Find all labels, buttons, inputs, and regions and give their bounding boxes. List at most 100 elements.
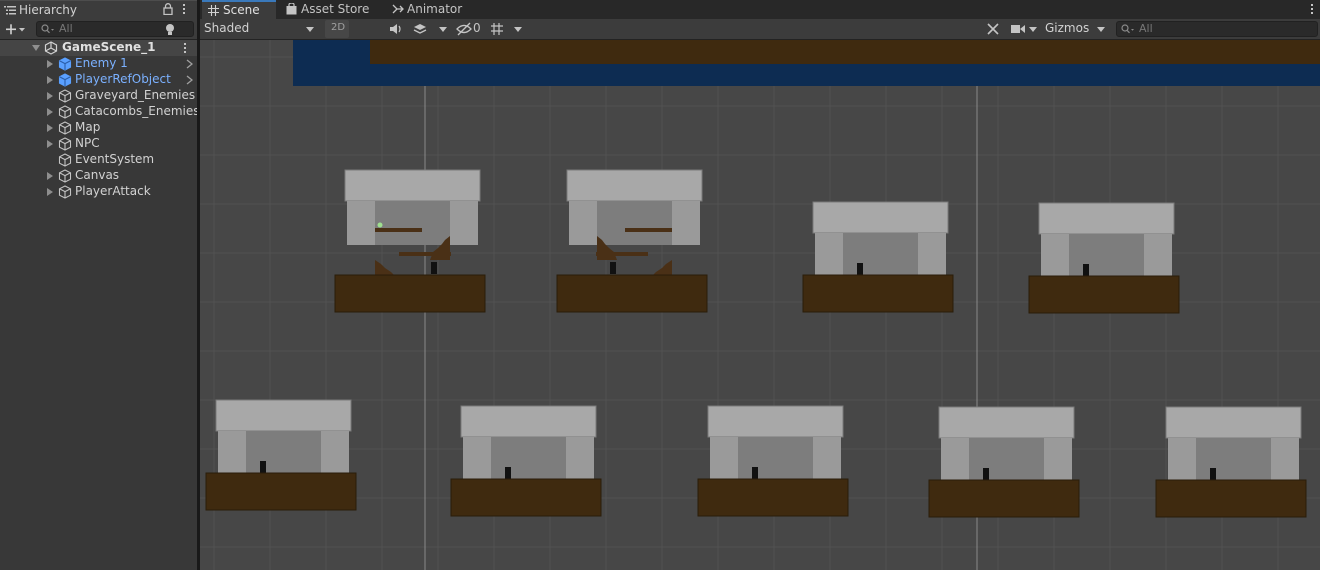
hierarchy-item-label: NPC <box>75 136 100 150</box>
hidden-count: 0 <box>473 21 481 35</box>
gameobject-cube-icon <box>58 185 72 199</box>
dropdown-arrow-icon <box>306 27 314 32</box>
room-prefab[interactable] <box>928 406 1080 518</box>
scene-toolbar: Shaded 2D 0 Gizmos All <box>166 19 1320 40</box>
hierarchy-item[interactable]: Graveyard_Enemies <box>0 88 197 104</box>
camera-dropdown-icon[interactable] <box>1029 27 1037 32</box>
gizmos-dropdown[interactable]: Gizmos <box>1043 20 1109 38</box>
hierarchy-item-label: Canvas <box>75 168 120 182</box>
tab-animator-label: Animator <box>407 2 463 16</box>
scene-root-row[interactable]: GameScene_1 <box>0 40 197 56</box>
hierarchy-item[interactable]: NPC <box>0 136 197 152</box>
hierarchy-item-label: PlayerAttack <box>75 184 151 198</box>
audio-icon[interactable] <box>389 22 403 36</box>
room-prefab[interactable] <box>205 399 357 511</box>
expand-arrow-icon[interactable] <box>47 76 53 84</box>
grid-snap-icon[interactable] <box>490 22 504 36</box>
hierarchy-item[interactable]: EventSystem <box>0 152 197 168</box>
prefab-cube-icon <box>58 57 72 71</box>
gameobject-cube-icon <box>58 121 72 135</box>
plus-icon <box>6 24 25 35</box>
hierarchy-item-label: Catacombs_Enemies <box>75 104 200 118</box>
hierarchy-item[interactable]: PlayerAttack <box>0 184 197 200</box>
scene-search-input[interactable]: All <box>1116 21 1318 37</box>
prefab-cube-icon <box>58 73 72 87</box>
room-prefab[interactable] <box>334 169 486 313</box>
expand-arrow-icon[interactable] <box>47 60 53 68</box>
hierarchy-item[interactable]: Map <box>0 120 197 136</box>
hierarchy-item-label: Graveyard_Enemies <box>75 88 196 102</box>
expand-arrow-icon[interactable] <box>47 124 53 132</box>
scene-canvas[interactable] <box>200 40 1320 570</box>
hierarchy-tab-label: Hierarchy <box>19 3 78 17</box>
room-prefab[interactable] <box>556 169 708 313</box>
hierarchy-item-label: Enemy 1 <box>75 56 128 70</box>
shading-mode-label: Shaded <box>204 21 250 35</box>
scene-menu-icon[interactable] <box>182 41 188 55</box>
gameobject-cube-icon <box>58 105 72 119</box>
hidden-objects-icon[interactable] <box>456 22 472 36</box>
expand-arrow-icon[interactable] <box>47 172 53 180</box>
unity-scene-icon <box>44 41 58 55</box>
grid-dropdown-icon[interactable] <box>514 27 522 32</box>
list-icon <box>4 6 16 15</box>
2d-label: 2D <box>331 22 346 33</box>
tab-asset-store-label: Asset Store <box>301 2 370 16</box>
room-prefab[interactable] <box>697 405 849 517</box>
expand-arrow-icon[interactable] <box>47 108 53 116</box>
tab-asset-store[interactable]: Asset Store <box>280 0 374 19</box>
search-icon <box>41 24 54 34</box>
animator-icon <box>392 4 404 14</box>
camera-icon[interactable] <box>1010 23 1026 35</box>
room-prefab[interactable] <box>1155 406 1307 518</box>
prefab-open-chevron-icon[interactable] <box>186 75 193 85</box>
scene-tabbar: Scene Asset Store Animator <box>200 0 1320 19</box>
gameobject-cube-icon <box>58 137 72 151</box>
gameobject-cube-icon <box>58 169 72 183</box>
tab-animator[interactable]: Animator <box>388 0 468 19</box>
room-prefab[interactable] <box>1028 202 1180 314</box>
player-marker[interactable] <box>377 222 383 228</box>
create-button[interactable] <box>3 21 29 38</box>
hierarchy-item-label: Map <box>75 120 101 134</box>
expand-arrow-icon[interactable] <box>47 188 53 196</box>
gizmos-label: Gizmos <box>1045 21 1090 35</box>
expand-arrow-icon[interactable] <box>47 140 53 148</box>
hierarchy-item-label: EventSystem <box>75 152 155 166</box>
hierarchy-item-label: PlayerRefObject <box>75 72 171 86</box>
collapse-arrow-icon[interactable] <box>32 45 40 51</box>
scene-panel-menu-icon[interactable] <box>1309 2 1315 16</box>
gameobject-cube-icon <box>58 153 72 167</box>
effects-dropdown-icon[interactable] <box>439 27 447 32</box>
tab-scene-label: Scene <box>223 3 260 17</box>
gameobject-cube-icon <box>58 89 72 103</box>
scene-panel: Scene Asset Store Animator Shaded 2D 0 G… <box>166 0 1320 570</box>
search-icon <box>1121 24 1134 34</box>
shading-mode-dropdown[interactable]: Shaded <box>200 19 320 39</box>
top-level-strip <box>293 40 1320 86</box>
effects-icon[interactable] <box>413 22 427 36</box>
hierarchy-item[interactable]: Enemy 1 <box>0 56 197 72</box>
hierarchy-tabbar: Hierarchy <box>0 0 197 19</box>
hierarchy-item[interactable]: Catacombs_Enemies <box>0 104 200 120</box>
hierarchy-item[interactable]: PlayerRefObject <box>0 72 197 88</box>
tab-scene[interactable]: Scene <box>202 0 276 19</box>
room-prefab[interactable] <box>450 405 602 517</box>
hierarchy-menu-icon[interactable] <box>181 2 187 16</box>
scene-name: GameScene_1 <box>62 40 156 54</box>
tools-icon[interactable] <box>986 22 1000 36</box>
scene-viewport[interactable] <box>200 40 1320 570</box>
hierarchy-item[interactable]: Canvas <box>0 168 197 184</box>
2d-toggle-button[interactable]: 2D <box>325 20 349 38</box>
lock-icon[interactable] <box>163 3 173 15</box>
bag-icon <box>286 3 297 15</box>
hierarchy-panel: Hierarchy All GameScene_1 Enemy 1 Player… <box>0 0 200 570</box>
lighting-icon[interactable] <box>164 23 176 37</box>
room-prefab[interactable] <box>802 201 954 313</box>
room-prefabs <box>205 169 1307 518</box>
expand-arrow-icon[interactable] <box>47 92 53 100</box>
prefab-open-chevron-icon[interactable] <box>186 59 193 69</box>
gizmos-arrow-icon <box>1097 27 1105 32</box>
scene-search-placeholder: All <box>1139 22 1153 35</box>
search-placeholder: All <box>59 22 73 35</box>
